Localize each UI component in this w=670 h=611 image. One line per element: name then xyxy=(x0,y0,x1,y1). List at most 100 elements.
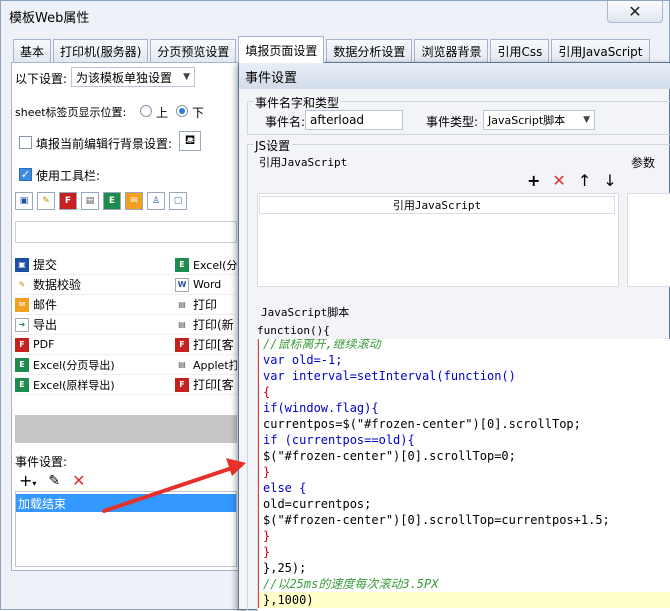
pdf-icon: F xyxy=(175,337,189,352)
code-line: } xyxy=(258,528,670,544)
tab-data-analysis[interactable]: 数据分析设置 xyxy=(326,39,413,63)
delete-icon[interactable]: ✕ xyxy=(552,171,565,190)
arrow-up-icon[interactable]: ↑ xyxy=(578,171,591,190)
code-line: old=currentpos; xyxy=(258,496,670,512)
arrow-down-icon[interactable]: ↓ xyxy=(603,171,616,190)
code-line: },1000) xyxy=(258,592,670,608)
chevron-down-icon: ▼ xyxy=(583,115,590,125)
printer-icon: ▤ xyxy=(178,320,186,329)
script-editor[interactable]: //鼠标离开,继续滚动 var old=-1; var interval=set… xyxy=(257,339,670,611)
code-line: },25); xyxy=(258,560,670,576)
sheet-position-label: sheet标签页显示位置: xyxy=(15,106,127,119)
delete-event-icon[interactable]: ✕ xyxy=(72,471,85,490)
list-item[interactable]: ✎ 数据校验 W Word xyxy=(15,275,237,295)
tab-basic[interactable]: 基本 xyxy=(13,39,52,63)
list-item[interactable]: F PDF F 打印[客 xyxy=(15,335,237,355)
window-title: 模板Web属性 xyxy=(9,11,90,26)
event-type-label: 事件类型: xyxy=(426,115,479,129)
event-toolbar: +▾ ✎ ✕ xyxy=(19,471,86,490)
excel-icon: E xyxy=(15,357,29,372)
bg-setting-checkbox[interactable] xyxy=(19,136,32,149)
paint-bucket-icon[interactable]: ⛾ xyxy=(179,131,201,151)
excel-icon: E xyxy=(175,257,189,272)
printer-icon: ▤ xyxy=(178,360,186,369)
toolbar-button-list: ▣ 提交 E Excel(分 ✎ 数据校验 W Word ✉ 邮件 ▤ 打印 ➜ 导出 ▤ 打印… xyxy=(15,255,237,395)
scope-label: 以下设置: xyxy=(15,72,68,86)
events-label: 事件设置: xyxy=(15,455,68,469)
event-list: 加载结束 xyxy=(15,491,237,567)
pencil-icon[interactable]: ✎ xyxy=(37,192,55,210)
scope-select-value: 为该模板单独设置 xyxy=(76,70,173,85)
toolbar-preview-strip xyxy=(15,221,237,243)
code-line: var old=-1; xyxy=(258,352,670,368)
params-label: 参数 xyxy=(631,156,656,170)
script-label: JavaScript脚本 xyxy=(261,306,350,319)
code-line: currentpos=$("#frozen-center")[0].scroll… xyxy=(258,416,670,432)
event-name-label: 事件名: xyxy=(265,115,306,129)
use-toolbar-label: 使用工具栏: xyxy=(36,169,101,183)
tab-browser-background[interactable]: 浏览器背景 xyxy=(414,39,489,63)
code-line: else { xyxy=(258,480,670,496)
tab-ref-css[interactable]: 引用Css xyxy=(490,39,550,63)
close-icon: ✕ xyxy=(628,2,642,21)
list-item[interactable]: E Excel(分页导出) ▤ Applet打 xyxy=(15,355,237,375)
list-item[interactable]: ➜ 导出 ▤ 打印(新 xyxy=(15,315,237,335)
code-line: } xyxy=(258,544,670,560)
word-icon: W xyxy=(175,277,189,292)
excel-icon[interactable]: E xyxy=(103,192,121,210)
code-line: $("#frozen-center")[0].scrollTop=current… xyxy=(258,512,670,528)
bg-setting-label: 填报当前编辑行背景设置: xyxy=(36,137,173,151)
params-table xyxy=(627,193,670,287)
tab-ref-javascript[interactable]: 引用JavaScript xyxy=(551,39,650,63)
mail-icon[interactable]: ✉ xyxy=(125,192,143,210)
tab-bar: 基本 打印机(服务器) 分页预览设置 填报页面设置 数据分析设置 浏览器背景 引… xyxy=(13,36,652,63)
pencil-icon: ✎ xyxy=(18,280,26,289)
tab-fill-page-settings[interactable]: 填报页面设置 xyxy=(238,36,325,63)
ref-javascript-label: 引用JavaScript xyxy=(259,156,348,169)
code-line: if(window.flag){ xyxy=(258,400,670,416)
ref-javascript-column-header[interactable]: 引用JavaScript xyxy=(259,196,615,214)
event-item-afterload[interactable]: 加载结束 xyxy=(16,494,236,512)
name-type-group-label: 事件名字和类型 xyxy=(253,94,342,111)
code-line: { xyxy=(258,384,670,400)
printer-icon[interactable]: ▤ xyxy=(81,192,99,210)
toolbar-icon-strip: ▣ ✎ F ▤ E ✉ ♙ ▢ xyxy=(15,189,225,213)
export-icon: ➜ xyxy=(15,317,29,332)
use-toolbar-checkbox[interactable]: ✓ xyxy=(19,168,32,181)
ref-js-toolbar: + ✕ ↑ ↓ xyxy=(527,171,617,190)
radio-position-down[interactable] xyxy=(176,105,188,117)
radio-up-label: 上 xyxy=(156,106,169,120)
event-type-value: JavaScript脚本 xyxy=(488,114,566,127)
code-line: var interval=setInterval(function() xyxy=(258,368,670,384)
pdf-icon: F xyxy=(175,377,189,392)
window-icon[interactable]: ▢ xyxy=(169,192,187,210)
radio-down-label: 下 xyxy=(192,106,205,120)
scope-select[interactable]: 为该模板单独设置 ▼ xyxy=(71,67,195,87)
code-line: $("#frozen-center")[0].scrollTop=0; xyxy=(258,448,670,464)
code-line: } xyxy=(258,464,670,480)
save-icon[interactable]: ▣ xyxy=(15,192,33,210)
list-item[interactable]: E Excel(原样导出) F 打印[客 xyxy=(15,375,237,395)
mail-icon: ✉ xyxy=(15,297,29,312)
tab-printer-server[interactable]: 打印机(服务器) xyxy=(53,39,149,63)
network-icon[interactable]: ♙ xyxy=(147,192,165,210)
add-icon[interactable]: + xyxy=(527,171,540,190)
event-type-select[interactable]: JavaScript脚本 ▼ xyxy=(483,110,595,130)
event-settings-dialog: 事件设置 事件名字和类型 事件名: afterload 事件类型: JavaSc… xyxy=(238,62,670,611)
printer-icon: ▤ xyxy=(178,300,186,309)
excel-icon: E xyxy=(15,377,29,392)
function-header: function(){ xyxy=(257,324,330,337)
list-item[interactable]: ▣ 提交 E Excel(分 xyxy=(15,255,237,275)
js-settings-group-label: JS设置 xyxy=(253,137,293,154)
radio-position-up[interactable] xyxy=(140,105,152,117)
code-line: //鼠标离开,继续滚动 xyxy=(258,339,670,352)
pdf-icon[interactable]: F xyxy=(59,192,77,210)
event-name-input[interactable]: afterload xyxy=(305,110,403,130)
code-line: //以25ms的速度每次滚动3.5PX xyxy=(258,576,670,592)
add-event-icon[interactable]: +▾ xyxy=(19,471,36,490)
tab-page-preview[interactable]: 分页预览设置 xyxy=(150,39,237,63)
edit-event-icon[interactable]: ✎ xyxy=(48,473,60,489)
ref-javascript-table: 引用JavaScript xyxy=(257,193,619,287)
close-button[interactable]: ✕ xyxy=(607,1,663,23)
list-item[interactable]: ✉ 邮件 ▤ 打印 xyxy=(15,295,237,315)
